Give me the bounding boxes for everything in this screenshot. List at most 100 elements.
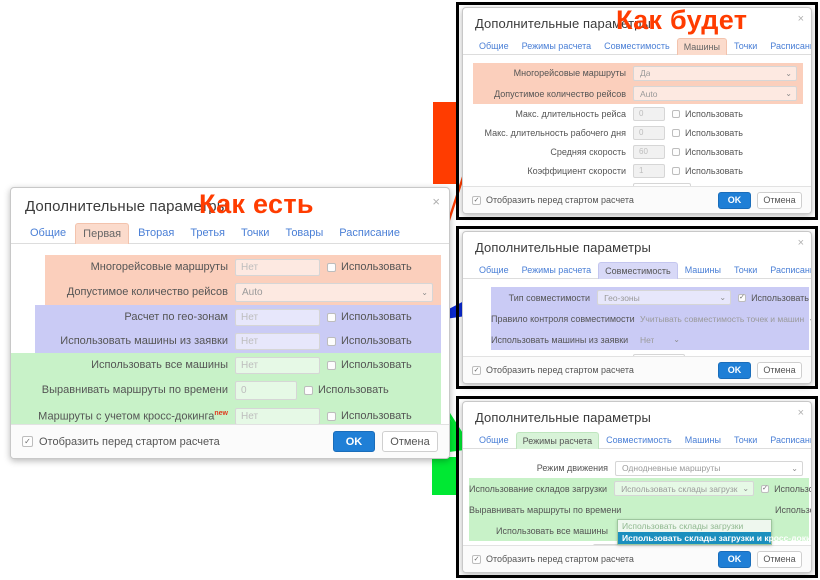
use-checkbox[interactable]: Использовать [304, 384, 389, 396]
use-checkbox[interactable]: Использовать [672, 166, 743, 176]
checkbox-box[interactable] [672, 147, 680, 156]
checkbox-box[interactable] [304, 385, 313, 395]
footer-checkbox[interactable]: ✓ Отобразить перед стартом расчета [22, 436, 220, 448]
tab-pervaya[interactable]: Первая [75, 223, 130, 244]
tab-obshie[interactable]: Общие [473, 261, 515, 278]
use-checkbox[interactable]: Использовать [672, 147, 743, 157]
dialog-modes: Дополнительные параметры × Общие Режимы … [462, 401, 812, 573]
use-checkbox[interactable]: ✓ Использовать [761, 484, 811, 494]
tab-sovmestimost[interactable]: Совместимость [600, 431, 678, 448]
checkbox-box[interactable]: ✓ [472, 365, 481, 375]
tab-rezhimy-rascheta[interactable]: Режимы расчета [515, 432, 600, 449]
row-movement-mode: Режим движения Однодневные маршруты ⌄ [463, 458, 811, 478]
value-input[interactable]: Нет [235, 308, 320, 326]
tab-tochki[interactable]: Точки [728, 37, 763, 54]
tab-tochki[interactable]: Точки [728, 431, 763, 448]
checkbox-box[interactable] [327, 336, 336, 346]
checkbox-box[interactable] [672, 128, 680, 137]
dialog-machines: Дополнительные параметры × Общие Режимы … [462, 7, 812, 214]
checkbox-box[interactable] [672, 109, 680, 118]
tab-raspisanie[interactable]: Расписание [764, 37, 811, 54]
row-label: Режим движения [536, 463, 608, 473]
value-select[interactable]: Учитывать совместимость точек и машин ⌄ [633, 311, 811, 326]
value-select[interactable]: Однодневные маршруты ⌄ [615, 460, 803, 476]
tab-obshie[interactable]: Общие [473, 37, 515, 54]
tab-raspisanie[interactable]: Расписание [332, 222, 407, 243]
checkbox-label: Использовать [685, 165, 743, 176]
value-input[interactable]: 1 [633, 163, 665, 178]
dropdown-option-selected[interactable]: Использовать склады загрузки и кросс-док… [618, 532, 811, 544]
checkbox-box[interactable] [327, 312, 336, 322]
checkbox-box[interactable]: ✓ [472, 195, 481, 205]
value-select[interactable]: Гео-зоны ⌄ [597, 290, 732, 305]
value-select[interactable]: Да ⌄ [633, 65, 797, 81]
footer-checkbox[interactable]: ✓ Отобразить перед стартом расчета [472, 195, 634, 205]
checkbox-box[interactable]: ✓ [761, 484, 770, 493]
cancel-button[interactable]: Отмена [757, 191, 802, 209]
use-checkbox[interactable]: Использовать [762, 505, 811, 515]
value-input[interactable]: 0 [235, 380, 297, 400]
close-icon[interactable]: × [798, 408, 804, 419]
tab-tochki[interactable]: Точки [728, 261, 763, 278]
tab-mashiny[interactable]: Машины [679, 431, 727, 448]
dropdown-option[interactable]: Использовать склады загрузки [618, 520, 771, 532]
tab-sovmestimost[interactable]: Совместимость [598, 262, 678, 279]
value-select[interactable]: Auto ⌄ [633, 86, 797, 101]
tab-tovary[interactable]: Товары [278, 222, 330, 243]
use-checkbox[interactable]: Использовать [327, 359, 412, 371]
tab-rezhimy-rascheta[interactable]: Режимы расчета [516, 37, 598, 54]
tab-mashiny[interactable]: Машины [679, 261, 727, 278]
footer-checkbox[interactable]: ✓ Отобразить перед стартом расчета [472, 554, 634, 564]
ok-button[interactable]: OK [718, 361, 751, 379]
cancel-button[interactable]: Отмена [757, 550, 802, 568]
value-input[interactable]: Нет [235, 332, 320, 350]
value-input[interactable]: Нет [235, 356, 320, 374]
cancel-button[interactable]: Отмена [757, 361, 802, 379]
close-icon[interactable]: × [798, 14, 804, 25]
close-icon[interactable]: × [798, 238, 804, 249]
checkbox-box[interactable]: ✓ [738, 293, 747, 302]
tab-mashiny[interactable]: Машины [676, 38, 727, 55]
band-purple: Расчет по гео-зонам Нет Использовать Исп… [35, 305, 441, 353]
ok-button[interactable]: OK [333, 431, 375, 452]
checkbox-box[interactable] [327, 360, 336, 370]
dialog-as-is-body: Многорейсовые маршруты Нет Использовать … [11, 244, 449, 437]
checkbox-box[interactable] [327, 411, 336, 421]
tab-tochki[interactable]: Точки [234, 222, 276, 243]
tab-rezhimy-rascheta[interactable]: Режимы расчета [516, 261, 598, 278]
value-input[interactable]: 0 [633, 125, 665, 140]
value-input[interactable]: Нет [235, 407, 320, 425]
use-checkbox[interactable]: Использовать [672, 109, 743, 119]
checkbox-box[interactable]: ✓ [22, 436, 33, 447]
tab-raspisanie[interactable]: Расписание [764, 261, 811, 278]
value-select[interactable]: Использовать склады загрузки и крс ⌄ [614, 481, 755, 496]
tab-tretya[interactable]: Третья [183, 222, 232, 243]
tab-raspisanie[interactable]: Расписание [764, 431, 811, 448]
checkbox-box[interactable] [672, 166, 680, 175]
checkbox-box[interactable] [327, 262, 336, 272]
use-checkbox[interactable]: Использовать [327, 261, 412, 273]
value-input[interactable]: 0 [633, 106, 665, 121]
footer-checkbox[interactable]: ✓ Отобразить перед стартом расчета [472, 365, 634, 375]
tab-sovmestimost[interactable]: Совместимость [598, 37, 676, 54]
tab-obshie[interactable]: Общие [473, 431, 515, 448]
cancel-button[interactable]: Отмена [382, 431, 438, 452]
checkbox-label: Использовать [341, 261, 412, 273]
use-checkbox[interactable]: Использовать [672, 128, 743, 138]
tab-vtoraya[interactable]: Вторая [131, 222, 181, 243]
ok-button[interactable]: OK [718, 550, 751, 568]
checkbox-box[interactable]: ✓ [472, 554, 481, 564]
close-icon[interactable]: × [432, 195, 440, 208]
use-checkbox[interactable]: Использовать [327, 335, 412, 347]
use-checkbox[interactable]: Использовать [327, 410, 412, 422]
use-checkbox[interactable]: ✓ Использовать [738, 293, 809, 303]
ok-button[interactable]: OK [718, 191, 751, 209]
value-input[interactable]: Нет [235, 258, 320, 276]
row-label: Макс. длительность рейса [515, 108, 626, 119]
value-input[interactable]: 60 [633, 144, 665, 159]
tab-obshie[interactable]: Общие [23, 222, 73, 243]
value-select[interactable]: Auto ⌄ [235, 282, 433, 302]
use-checkbox[interactable]: Использовать [327, 311, 412, 323]
value-select[interactable]: Нет ⌄ [633, 332, 685, 347]
chevron-down-icon: ⌄ [421, 287, 428, 297]
